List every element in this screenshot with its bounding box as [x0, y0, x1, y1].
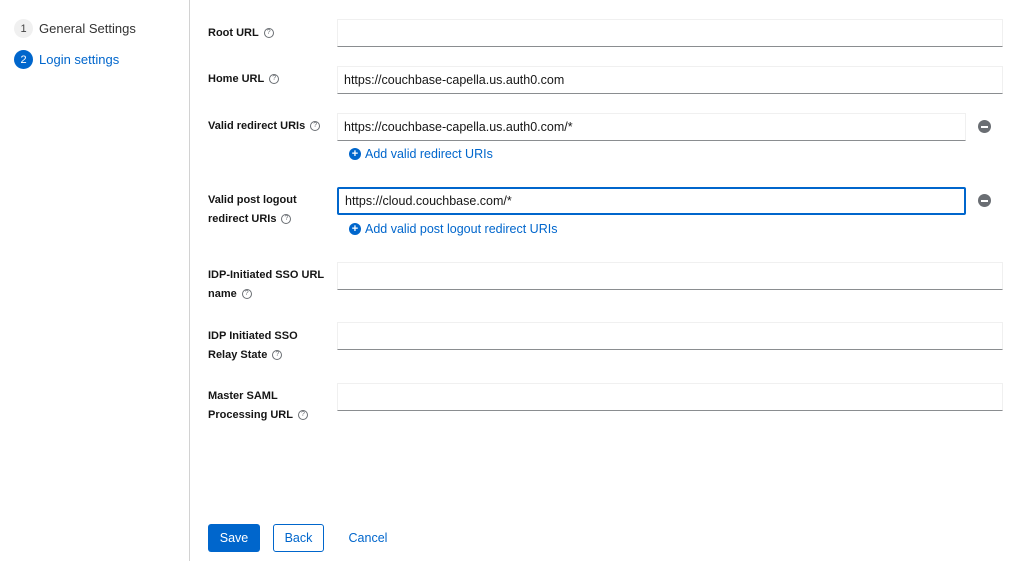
label-text: IDP-Initiated SSO URL [208, 269, 325, 281]
help-icon[interactable]: ? [272, 350, 283, 361]
idp-sso-name-input[interactable] [337, 262, 1003, 290]
step-label: Login settings [39, 52, 120, 67]
root-url-label: Root URL? [208, 24, 333, 43]
add-post-logout-button[interactable]: + Add valid post logout redirect URIs [349, 222, 557, 236]
label-text: Root URL [208, 27, 259, 39]
wizard-step-general-settings[interactable]: 1 General Settings [14, 19, 136, 38]
step-number: 1 [14, 19, 33, 38]
master-saml-input[interactable] [337, 383, 1003, 411]
link-text: Add valid post logout redirect URIs [365, 222, 558, 236]
plus-circle-icon: + [349, 148, 361, 160]
add-valid-redirect-button[interactable]: + Add valid redirect URIs [349, 147, 493, 161]
step-label: General Settings [39, 21, 136, 36]
help-icon[interactable]: ? [269, 74, 280, 85]
help-icon[interactable]: ? [310, 121, 321, 132]
home-url-input[interactable]: https://couchbase-capella.us.auth0.com [337, 66, 1003, 94]
label-text: name [208, 288, 237, 300]
valid-redirect-label: Valid redirect URIs? [208, 117, 333, 136]
label-text: Valid redirect URIs [208, 120, 306, 132]
label-text: Processing URL [208, 409, 293, 421]
sidebar-divider [189, 0, 190, 561]
link-text: Add valid redirect URIs [365, 147, 493, 161]
post-logout-input[interactable]: https://cloud.couchbase.com/* [337, 187, 966, 215]
help-icon[interactable]: ? [297, 410, 308, 421]
label-text: Valid post logout [208, 194, 297, 206]
root-url-input[interactable] [337, 19, 1003, 47]
help-icon[interactable]: ? [263, 28, 274, 39]
back-button[interactable]: Back [273, 524, 324, 552]
post-logout-label: Valid post logout redirect URIs? [208, 191, 333, 229]
save-button[interactable]: Save [208, 524, 260, 552]
help-icon[interactable]: ? [241, 289, 252, 300]
label-text: redirect URIs [208, 213, 277, 225]
home-url-label: Home URL? [208, 70, 333, 89]
label-text: Home URL [208, 73, 265, 85]
help-icon[interactable]: ? [281, 214, 292, 225]
remove-icon[interactable] [978, 194, 991, 207]
label-text: IDP Initiated SSO [208, 330, 298, 342]
idp-relay-label: IDP Initiated SSO Relay State? [208, 327, 333, 365]
step-number: 2 [14, 50, 33, 69]
label-text: Relay State [208, 349, 268, 361]
plus-circle-icon: + [349, 223, 361, 235]
remove-icon[interactable] [978, 120, 991, 133]
master-saml-label: Master SAML Processing URL? [208, 387, 333, 425]
valid-redirect-input[interactable]: https://couchbase-capella.us.auth0.com/* [337, 113, 966, 141]
wizard-step-login-settings[interactable]: 2 Login settings [14, 50, 119, 69]
cancel-button[interactable]: Cancel [340, 524, 396, 552]
idp-relay-input[interactable] [337, 322, 1003, 350]
label-text: Master SAML [208, 390, 278, 402]
idp-sso-name-label: IDP-Initiated SSO URL name? [208, 266, 333, 304]
